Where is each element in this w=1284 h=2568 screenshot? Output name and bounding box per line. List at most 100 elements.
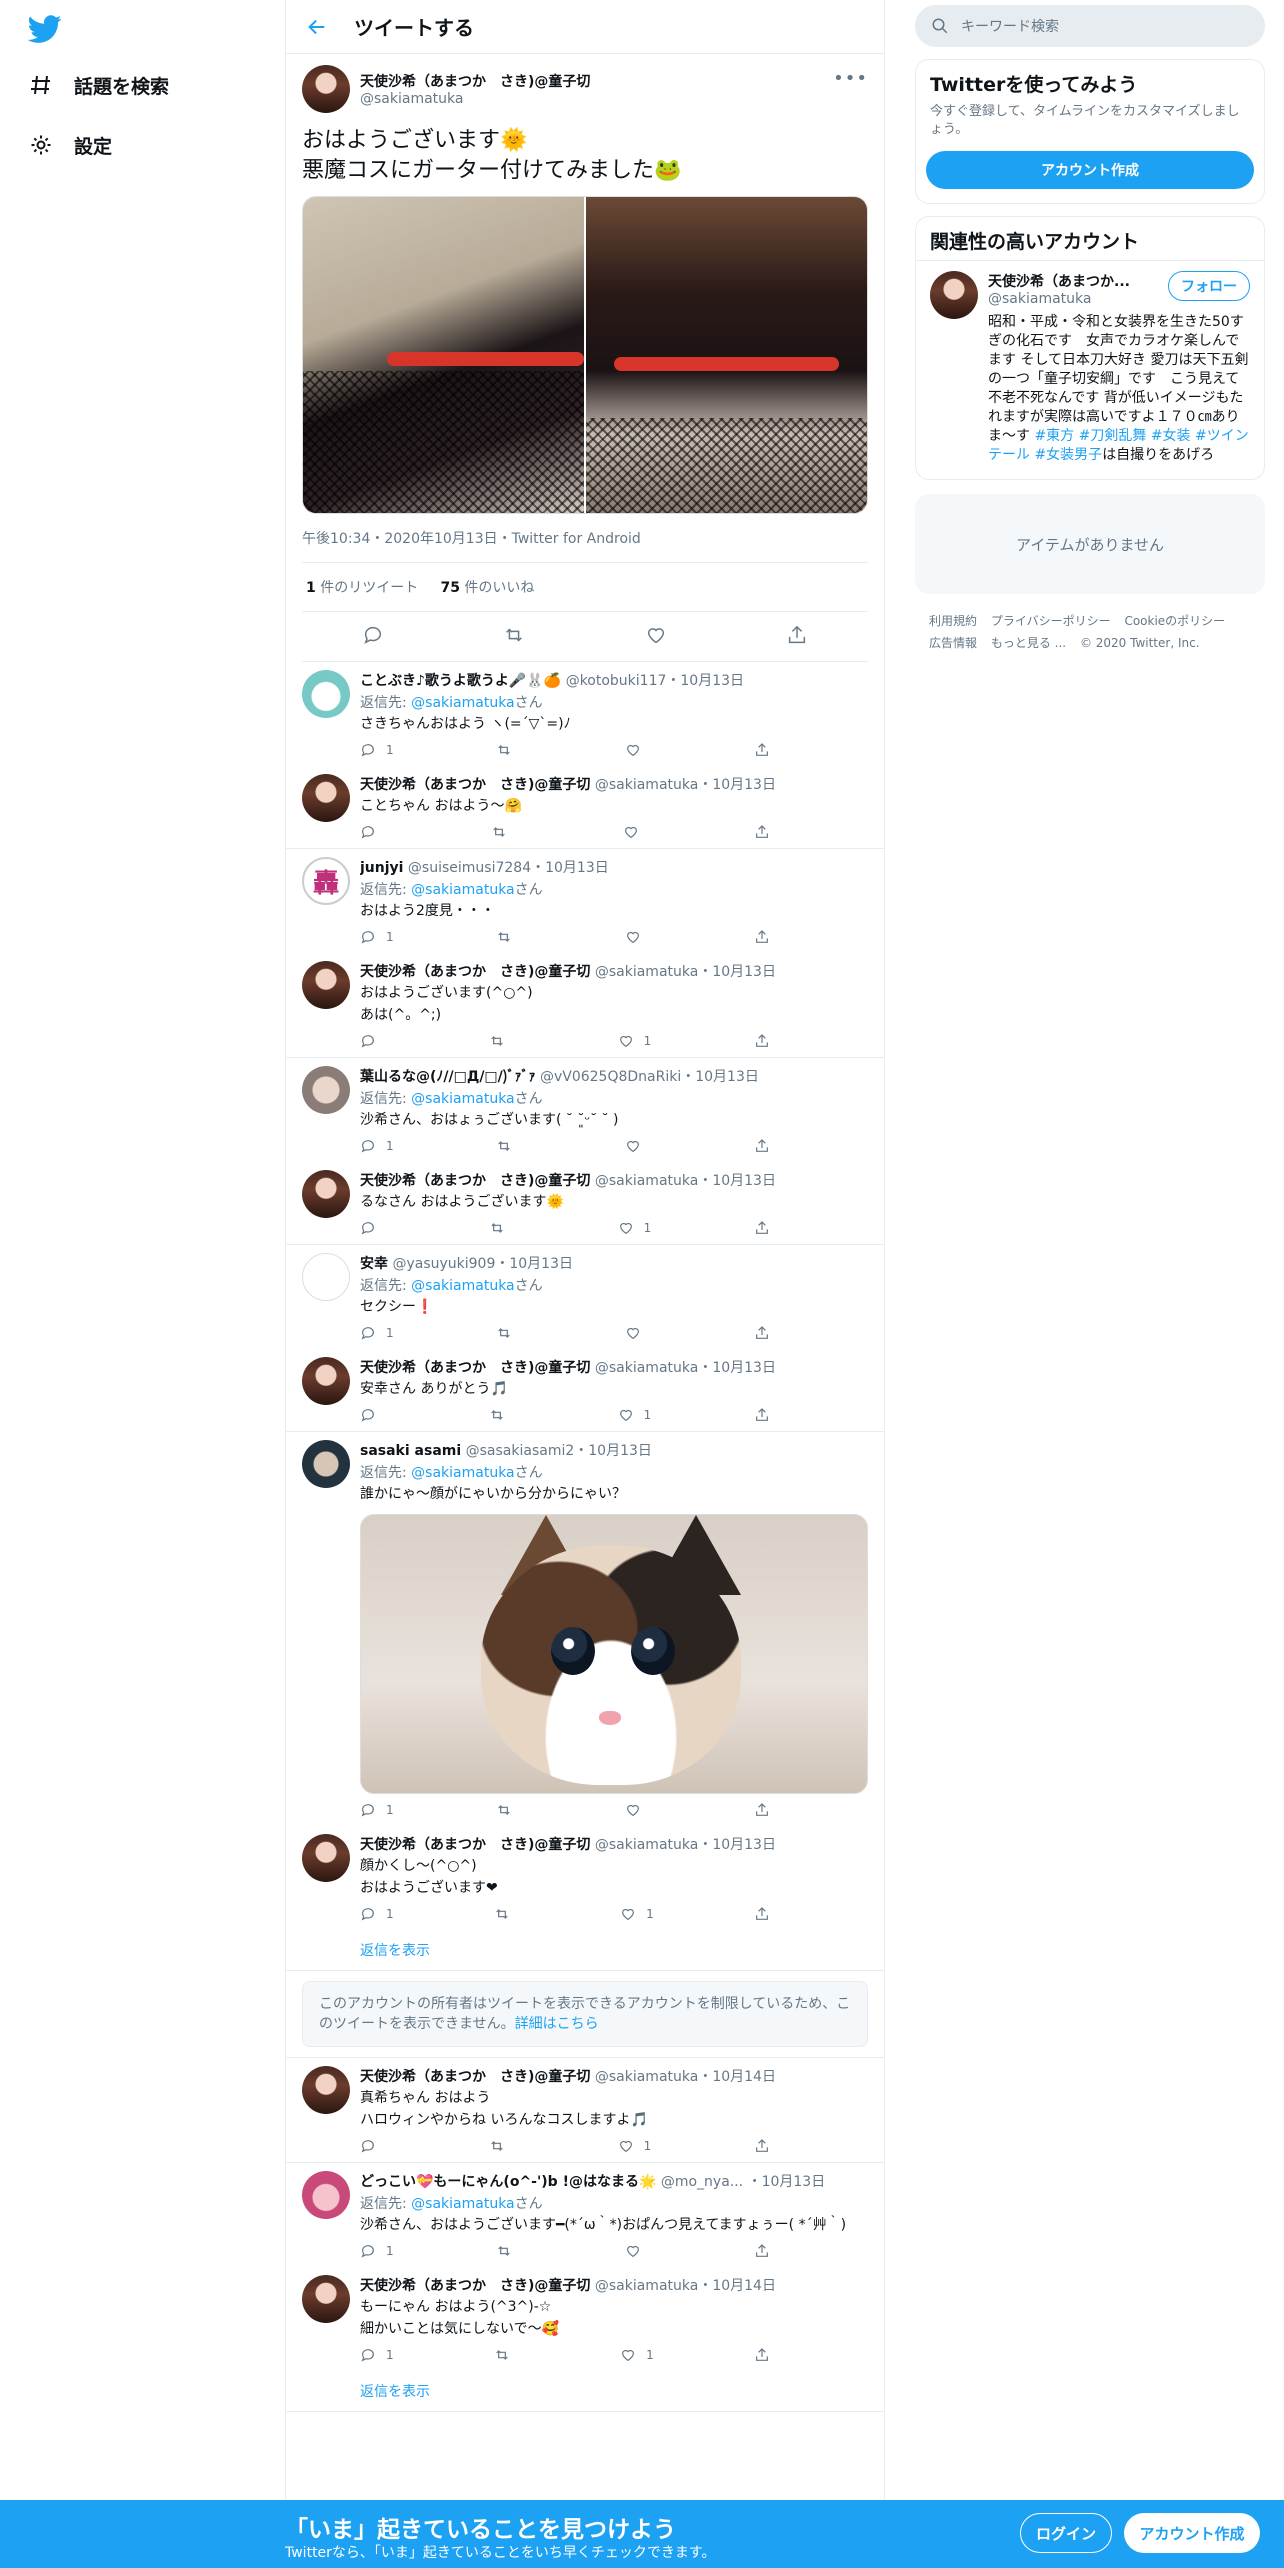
share-icon[interactable] [786, 624, 808, 650]
tweet-media[interactable] [302, 196, 868, 514]
retweet-icon[interactable] [489, 1407, 515, 1423]
author-handle-date[interactable]: @sakiamatuka・10月13日 [595, 777, 776, 793]
footer-terms-link[interactable]: 利用規約 [929, 614, 977, 628]
follow-button[interactable]: フォロー [1168, 271, 1250, 301]
twitter-logo-icon[interactable] [27, 12, 62, 46]
avatar[interactable] [302, 65, 350, 113]
author-handle-date[interactable]: @sakiamatuka・10月13日 [595, 1173, 776, 1189]
reply-icon[interactable]: 1 [360, 1906, 394, 1922]
author-name[interactable]: 葉山るな@(ﾉ//□Д/□/)ﾞｧﾞｧ [360, 1069, 536, 1085]
tweet-photo[interactable] [360, 1514, 868, 1794]
avatar[interactable] [302, 1357, 350, 1405]
retweet-icon[interactable] [489, 2138, 515, 2154]
share-icon[interactable] [754, 1325, 780, 1341]
like-icon[interactable] [623, 824, 649, 840]
author-handle-date[interactable]: @mo_nya... ・10月13日 [661, 2174, 825, 2190]
author-name[interactable]: 天使沙希（あまつか さき)@童子切 [360, 777, 590, 793]
author-handle-date[interactable]: @sakiamatuka・10月13日 [595, 964, 776, 980]
footer-more-link[interactable]: もっと見る ... [991, 636, 1066, 650]
like-icon[interactable]: 1 [618, 1220, 651, 1236]
avatar[interactable] [302, 774, 350, 822]
share-icon[interactable] [754, 1033, 780, 1049]
author-handle-date[interactable]: @suiseimusi7284・10月13日 [408, 860, 609, 876]
tweet-photo[interactable] [586, 197, 867, 513]
footer-ads-link[interactable]: 広告情報 [929, 636, 977, 650]
author-name[interactable]: どっこい💝もーにゃん(o^-')b !@はなまる🌟 [360, 2174, 656, 2190]
retweet-count[interactable]: 1 [306, 580, 316, 596]
reply-tweet[interactable]: 天使沙希（あまつか さき)@童子切 @sakiamatuka・10月14日 もーに… [286, 2267, 884, 2371]
related-account-handle[interactable]: @sakiamatuka [988, 291, 1130, 307]
author-name[interactable]: 天使沙希（あまつか さき)@童子切 [360, 964, 590, 980]
reply-to-link[interactable]: @sakiamatuka [411, 882, 514, 898]
avatar[interactable] [302, 2066, 350, 2114]
reply-tweet[interactable]: どっこい💝もーにゃん(o^-')b !@はなまる🌟 @mo_nya... ・10… [286, 2163, 884, 2267]
like-icon[interactable]: 1 [620, 2347, 654, 2363]
avatar[interactable]: 轟 [302, 857, 350, 905]
retweet-icon[interactable] [496, 2243, 522, 2259]
author-handle-date[interactable]: @kotobuki117・10月13日 [566, 673, 744, 689]
share-icon[interactable] [754, 929, 780, 945]
login-button[interactable]: ログイン [1020, 2513, 1112, 2553]
reply-to-link[interactable]: @sakiamatuka [411, 1091, 514, 1107]
signup-button[interactable]: アカウント作成 [1124, 2513, 1260, 2553]
avatar[interactable] [302, 2275, 350, 2323]
author-handle-date[interactable]: @sakiamatuka・10月14日 [595, 2278, 776, 2294]
like-label[interactable]: 件のいいね [464, 580, 534, 596]
reply-to-link[interactable]: @sakiamatuka [411, 2196, 514, 2212]
reply-to-link[interactable]: @sakiamatuka [411, 1278, 514, 1294]
author-name[interactable]: 天使沙希（あまつか さき)@童子切 [360, 2278, 590, 2294]
reply-tweet[interactable]: 天使沙希（あまつか さき)@童子切 @sakiamatuka・10月14日 真希ち… [286, 2058, 884, 2162]
reply-icon[interactable]: 1 [360, 742, 394, 758]
author-handle-date[interactable]: @yasuyuki909・10月13日 [392, 1256, 573, 1272]
author-handle-date[interactable]: @sakiamatuka・10月13日 [595, 1837, 776, 1853]
reply-icon[interactable] [362, 624, 384, 650]
footer-cookie-link[interactable]: Cookieのポリシー [1124, 614, 1225, 628]
retweet-icon[interactable] [494, 1906, 520, 1922]
tweet-photo[interactable] [303, 197, 584, 513]
retweet-icon[interactable] [503, 624, 525, 650]
create-account-button[interactable]: アカウント作成 [926, 151, 1254, 189]
nav-explore[interactable]: 話題を検索 [26, 65, 169, 105]
author-name[interactable]: 天使沙希（あまつか さき)@童子切 [360, 2069, 590, 2085]
avatar[interactable] [302, 1066, 350, 1114]
reply-icon[interactable] [360, 2138, 386, 2154]
reply-icon[interactable]: 1 [360, 1325, 394, 1341]
retweet-icon[interactable] [496, 929, 522, 945]
reply-icon[interactable] [360, 824, 386, 840]
retweet-icon[interactable] [494, 2347, 520, 2363]
reply-tweet[interactable]: 安幸 @yasuyuki909・10月13日 返信先: @sakiamatukaさ… [286, 1245, 884, 1349]
like-icon[interactable] [645, 624, 667, 650]
retweet-icon[interactable] [489, 1220, 515, 1236]
author-name[interactable]: 安幸 [360, 1256, 388, 1272]
reply-icon[interactable]: 1 [360, 2347, 394, 2363]
retweet-icon[interactable] [491, 824, 517, 840]
share-icon[interactable] [754, 1220, 780, 1236]
reply-icon[interactable]: 1 [360, 2243, 394, 2259]
reply-tweet[interactable]: 天使沙希（あまつか さき)@童子切 @sakiamatuka・10月13日 るなさ… [286, 1162, 884, 1244]
nav-settings[interactable]: 設定 [26, 125, 112, 165]
reply-tweet[interactable]: 轟 junjyi @suiseimusi7284・10月13日 返信先: @saki… [286, 849, 884, 953]
share-icon[interactable] [754, 2138, 780, 2154]
avatar[interactable] [302, 961, 350, 1009]
reply-tweet[interactable]: 天使沙希（あまつか さき)@童子切 @sakiamatuka・10月13日 安幸さ… [286, 1349, 884, 1431]
retweet-icon[interactable] [489, 1033, 515, 1049]
more-options-icon[interactable]: ••• [833, 68, 868, 89]
like-icon[interactable] [625, 1802, 651, 1818]
author-name[interactable]: ことぶき♪歌うよ歌うよ🎤🐰🍊 [360, 673, 561, 689]
author-name[interactable]: 天使沙希（あまつか さき)@童子切 [360, 71, 590, 91]
reply-to-link[interactable]: @sakiamatuka [411, 695, 514, 711]
share-icon[interactable] [754, 1407, 780, 1423]
reply-icon[interactable] [360, 1407, 386, 1423]
like-icon[interactable] [625, 742, 651, 758]
reply-to-link[interactable]: @sakiamatuka [411, 1465, 514, 1481]
show-replies-link[interactable]: 返信を表示 [286, 2371, 884, 2411]
share-icon[interactable] [754, 1138, 780, 1154]
reply-icon[interactable] [360, 1033, 386, 1049]
like-icon[interactable]: 1 [620, 1906, 654, 1922]
share-icon[interactable] [754, 2347, 780, 2363]
avatar[interactable] [302, 670, 350, 718]
like-count[interactable]: 75 [440, 580, 459, 596]
author-name[interactable]: 天使沙希（あまつか さき)@童子切 [360, 1360, 590, 1376]
reply-tweet[interactable]: 天使沙希（あまつか さき)@童子切 @sakiamatuka・10月13日 顔かく… [286, 1826, 884, 1930]
retweet-icon[interactable] [496, 1138, 522, 1154]
